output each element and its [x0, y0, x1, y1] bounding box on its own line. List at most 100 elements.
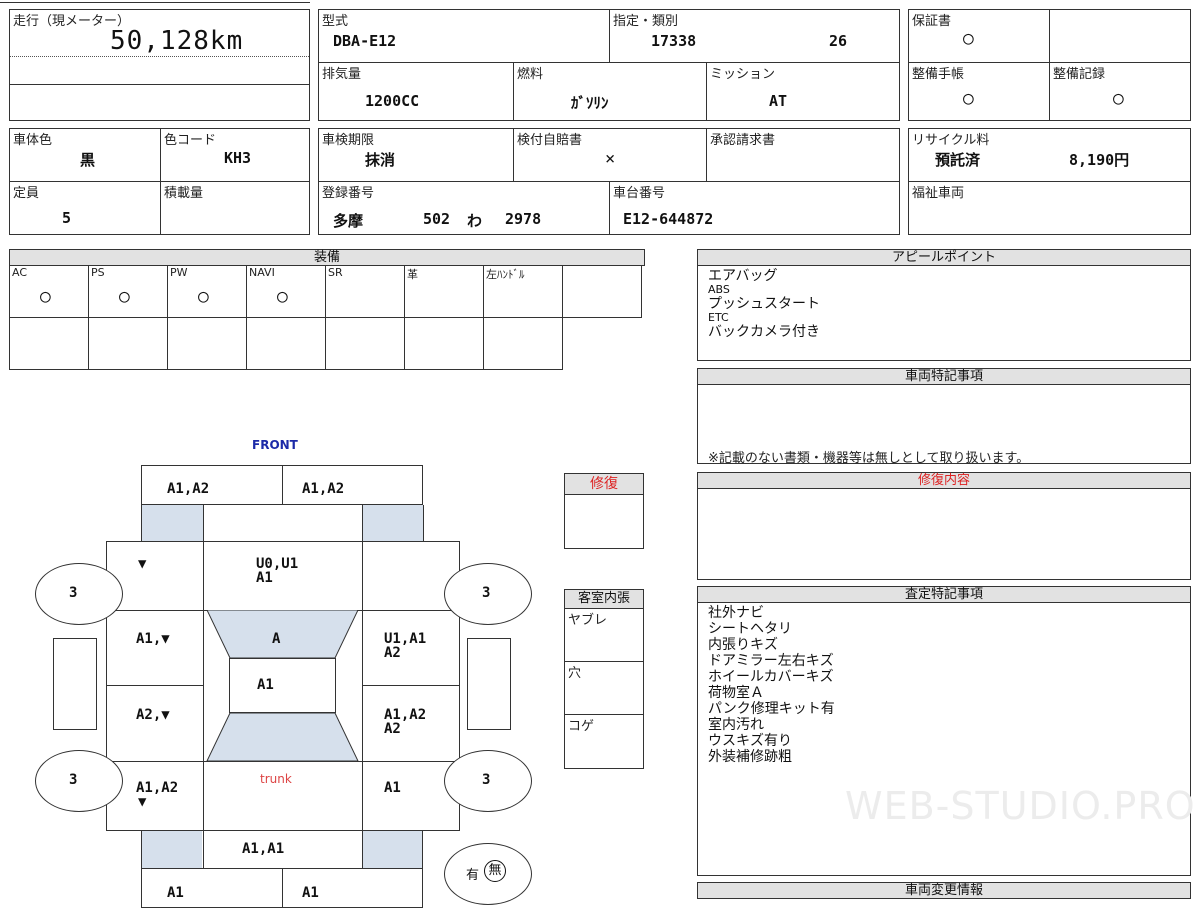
tire-rear-right-code: 3 — [482, 772, 491, 788]
equipment-label: PW — [170, 266, 188, 279]
load-label: 積載量 — [164, 186, 204, 201]
color-code-value: KH3 — [224, 149, 252, 167]
front-bumper-right-code: A1,A2 — [302, 481, 345, 497]
equipment-cell: NAVI ○ — [246, 265, 326, 318]
repair-box: 修復 — [564, 473, 644, 549]
spare-yes: 有 — [466, 868, 480, 883]
registration-area: 多摩 — [333, 212, 364, 230]
car-diagram: FRONT A1,A2 A1,A2 ▼ U0,U1 A1 A A1 A1,▼ A… — [0, 430, 560, 908]
assessment-line: パンク修理キット有 — [708, 701, 835, 717]
designation-label: 指定・類別 — [613, 14, 679, 29]
insurance-label: 検付自賠書 — [517, 133, 583, 148]
maintenance-record-value: ○ — [1113, 88, 1124, 109]
chassis-value: E12-644872 — [623, 210, 714, 228]
body-color-value: 黒 — [80, 151, 96, 169]
designation-value-2: 26 — [829, 32, 848, 50]
equipment-cell: PW ○ — [167, 265, 247, 318]
special-notes-title: 車両特記事項 — [697, 368, 1191, 385]
equipment-cell — [88, 317, 168, 370]
displacement-label: 排気量 — [322, 67, 362, 82]
special-notes-note: ※記載のない書類・機器等は無しとして取り扱います。 — [708, 451, 1030, 466]
appeal-line: バックカメラ付き — [708, 324, 820, 340]
recycle-label: リサイクル料 — [912, 133, 990, 148]
warranty-label: 保証書 — [912, 14, 952, 29]
windshield-code: A — [272, 631, 281, 647]
equipment-title: 装備 — [9, 249, 645, 266]
appeal-section: アピールポイント エアバッグ ABS プッシュスタート ETC バックカメラ付き — [697, 249, 1191, 361]
assessment-list: 社外ナビ シートヘタリ 内張りキズ ドアミラー左右キズ ホイールカバーキズ 荷物室Ａ パンク… — [708, 605, 835, 765]
appeal-line: ABS — [708, 283, 730, 296]
watermark: WEB-STUDIO.PRO — [845, 784, 1196, 828]
assessment-body: 社外ナビ シートヘタリ 内張りキズ ドアミラー左右キズ ホイールカバーキズ 荷物室Ａ パンク… — [697, 602, 1191, 876]
tire-rear-left — [35, 750, 123, 812]
appeal-line: ETC — [708, 311, 729, 324]
right-side-bar — [467, 638, 511, 730]
equipment-cell — [246, 317, 326, 370]
recycle-box: リサイクル料 預託済 8,190円 福祉車両 — [908, 128, 1191, 235]
equipment-cell: SR — [325, 265, 405, 318]
repair-content-title: 修復内容 — [697, 472, 1191, 489]
assessment-line: 室内汚れ — [708, 717, 764, 733]
maintenance-book-value: ○ — [963, 88, 974, 109]
equipment-cell — [325, 317, 405, 370]
registration-number: 2978 — [505, 210, 542, 228]
trunk-label: trunk — [260, 772, 292, 786]
equipment-cell: PS ○ — [88, 265, 168, 318]
equipment-value: ○ — [40, 286, 51, 307]
registration-kana: わ — [467, 212, 483, 230]
assessment-line: 荷物室Ａ — [708, 685, 764, 701]
insurance-value: × — [605, 149, 616, 169]
capacity-value: 5 — [62, 209, 72, 227]
model-value: DBA-E12 — [333, 32, 397, 50]
roof-code: A1 — [257, 677, 274, 693]
interior-title: 客室内張 — [564, 589, 644, 609]
approval-label: 承認請求書 — [710, 133, 776, 148]
assessment-title: 査定特記事項 — [697, 586, 1191, 603]
change-info-title: 車両変更情報 — [697, 882, 1191, 899]
assessment-line: 内張りキズ — [708, 637, 778, 653]
fuel-value: ｶﾞｿﾘﾝ — [571, 94, 609, 112]
rear-bumper-code: A1,A1 — [242, 841, 285, 857]
recycle-status: 預託済 — [935, 151, 981, 169]
appeal-list: エアバッグ ABS プッシュスタート ETC バックカメラ付き — [708, 268, 820, 340]
special-notes-section: 車両特記事項 ※記載のない書類・機器等は無しとして取り扱います。 — [697, 368, 1191, 466]
warranty-value: ○ — [963, 28, 974, 49]
tire-front-left — [35, 563, 123, 625]
equipment-label: NAVI — [249, 266, 275, 279]
assessment-line: 社外ナビ — [708, 605, 764, 621]
front-bumper-left-code: A1,A2 — [167, 481, 210, 497]
chassis-label: 車台番号 — [613, 186, 666, 201]
change-info-section: 車両変更情報 — [697, 882, 1191, 900]
right-front-fender-code-2: A2 — [384, 645, 401, 661]
repair-content-section: 修復内容 — [697, 472, 1191, 580]
equipment-cell — [167, 317, 247, 370]
tire-rear-left-code: 3 — [69, 772, 78, 788]
maintenance-book-label: 整備手帳 — [912, 67, 965, 82]
equipment-cell — [9, 317, 89, 370]
fuel-label: 燃料 — [517, 67, 544, 82]
interior-item-hole: 穴 — [568, 666, 582, 681]
assessment-line: シートヘタリ — [708, 621, 792, 637]
assessment-line: 外装補修跡粗 — [708, 749, 792, 765]
inspection-label: 車検期限 — [322, 133, 375, 148]
equipment-cell — [562, 265, 642, 318]
appeal-line: プッシュスタート — [708, 296, 820, 312]
assessment-line: ドアミラー左右キズ — [708, 653, 834, 669]
left-front-fender-code: ▼ — [138, 556, 147, 572]
model-label: 型式 — [322, 14, 349, 29]
equipment-cell: 革 — [404, 265, 484, 318]
equipment-value: ○ — [119, 286, 130, 307]
warranty-box: 保証書 ○ 整備手帳 ○ 整備記録 ○ — [908, 9, 1191, 121]
equipment-table: 装備 AC ○ PS ○ PW ○ NAVI ○ SR 革左ﾊﾝﾄﾞﾙ — [9, 249, 645, 370]
transmission-value: AT — [769, 92, 788, 110]
equipment-cell: AC ○ — [9, 265, 89, 318]
right-door-code-2: A2 — [384, 721, 401, 737]
registration-class: 502 — [423, 210, 451, 228]
maintenance-record-label: 整備記録 — [1053, 67, 1106, 82]
body-color-label: 車体色 — [13, 133, 53, 148]
appeal-body: エアバッグ ABS プッシュスタート ETC バックカメラ付き — [697, 265, 1191, 361]
left-side-bar — [53, 638, 97, 730]
left-rear-door-code: A2,▼ — [136, 707, 170, 723]
top-edge-line — [0, 2, 310, 3]
inspection-value: 抹消 — [365, 151, 396, 169]
